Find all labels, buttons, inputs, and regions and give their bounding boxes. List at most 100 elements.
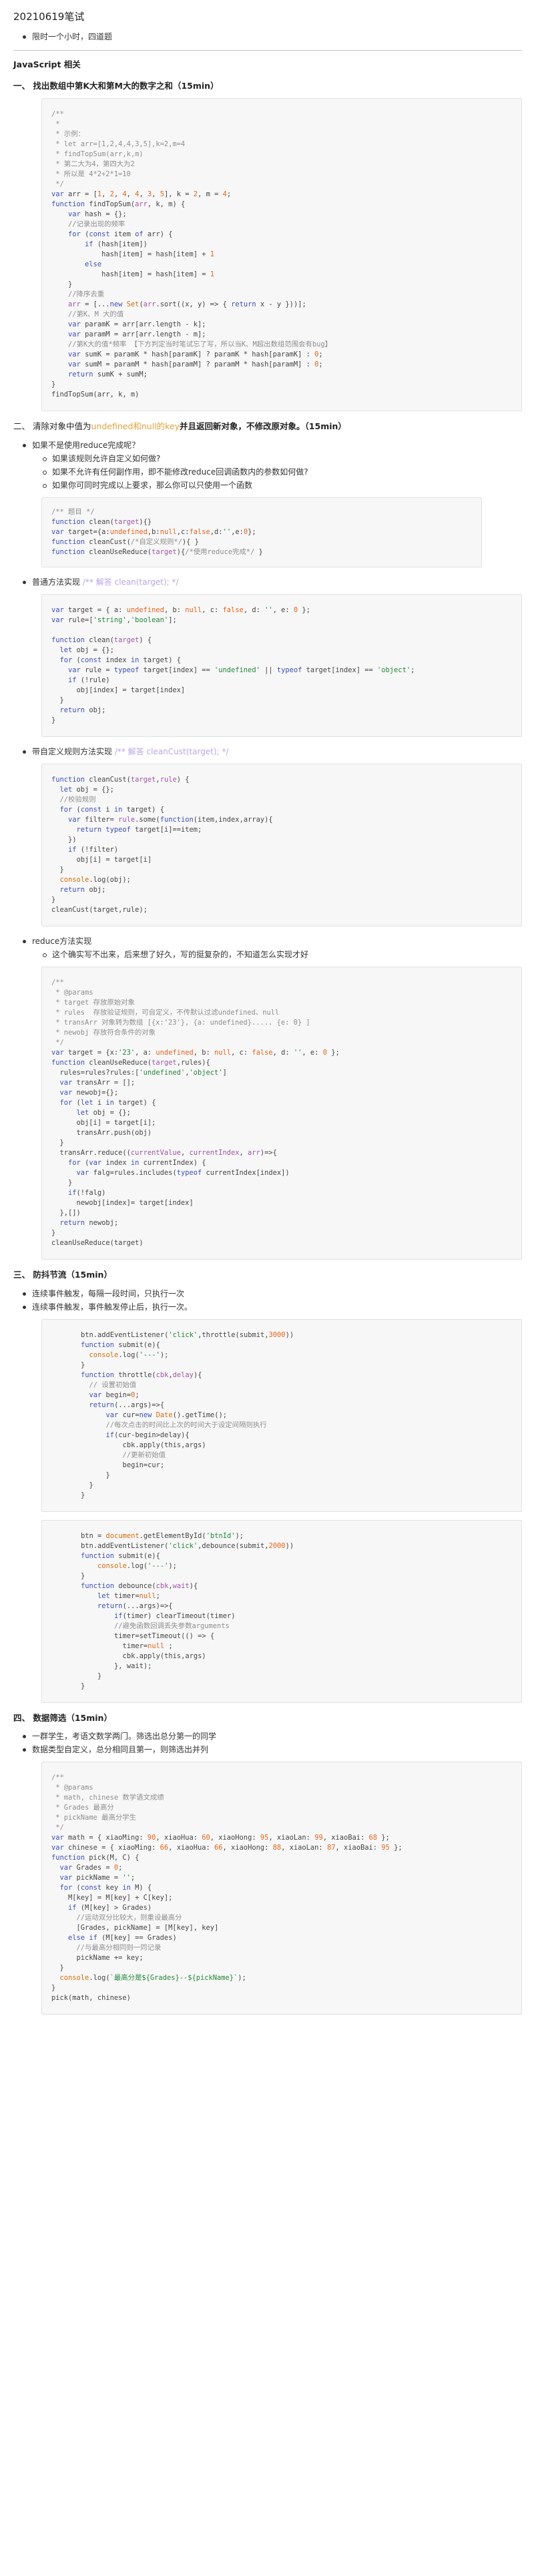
code-line: * rules 存放验证规则，可自定义，不传默认过滤undefined、null [51, 1008, 280, 1017]
code-line: btn.addEventListener('click',debounce(su… [81, 1541, 294, 1550]
code-block-problem: /** 题目 */function clean(target){} var tar… [41, 497, 482, 567]
code-line: * math, chinese 数学语文成绩 [51, 1794, 164, 1802]
code-line: } [81, 1571, 85, 1580]
code-line: cleanUseReduce(target) [51, 1238, 144, 1247]
divider [13, 49, 522, 51]
code-line: newobj[index]= target[index] [51, 1198, 194, 1207]
code-line: //第K大的值*频率 【下方判定当时笔试忘了写，所以当K、M超出数组范围会有bu… [51, 340, 332, 348]
code-line: * target 存放原始对象 [51, 998, 135, 1007]
code-line: // 设置初始值 [81, 1380, 137, 1389]
code-line: for (let i in target) { [59, 1098, 156, 1107]
code-line: var target={a:undefined,b:null,c:false,d… [51, 527, 256, 536]
code-line: var chinese = { xiaoMing: 66, xiaoHua: 6… [51, 1844, 403, 1852]
code-line: transArr.push(obj) [51, 1128, 152, 1137]
code-line: var math = { xiaoMing: 90, xiaoHua: 60, … [51, 1834, 390, 1842]
section-2-title-code: undefined和null的key [91, 421, 180, 431]
section-2-title: 二、 清除对象中值为undefined和null的key并且返回新对象，不修改原… [13, 421, 522, 433]
code-line: /** [51, 978, 64, 987]
section-2-sub-bullet: 如果不允许有任何副作用，即不能修改reduce回调函数内的参数如何做? [13, 465, 522, 479]
code-line: console.log(`最高分是${Grades}--${pickName}`… [59, 1974, 246, 1983]
code-line: ​ [51, 625, 509, 635]
code-line: function cleanCust(target,rule) { [51, 775, 190, 784]
label-reduce-method: reduce方法实现 [13, 935, 522, 948]
code-line: } [51, 865, 64, 874]
code-line: } [51, 1178, 73, 1187]
code-line: /** [51, 110, 64, 118]
code-line: * 示例： [51, 130, 85, 138]
code-block-pick: /** * @params * math, chinese 数学语文成绩 * G… [41, 1762, 522, 2015]
label-custom-method: 带自定义规则方法实现 /** 解答 cleanCust(target); */ [13, 745, 522, 758]
code-line: /** [51, 1774, 64, 1782]
code-line: var target = {x:'23', a: undefined, b: n… [51, 1048, 340, 1057]
code-line: * pickName 最高分学生 [51, 1814, 137, 1822]
code-line: let obj = {}; [76, 1108, 131, 1117]
code-line: rules=rules?rules:['undefined','object'] [51, 1068, 227, 1077]
code-line: var rule = typeof target[index] == 'unde… [68, 666, 415, 674]
code-line: var pickName = ''; [59, 1874, 136, 1882]
code-line: //记录出现的频率 [51, 220, 125, 228]
section-2-sub-bullets: 如果该规则允许自定义如何做? 如果不允许有任何副作用，即不能修改reduce回调… [13, 452, 522, 492]
code-line: cleanCust(target,rule); [51, 905, 148, 914]
code-line: function clean(target){} [51, 517, 152, 526]
code-line: if(cur-begin>delay){ [105, 1431, 190, 1439]
code-line: console.log(obj); [59, 875, 131, 884]
code-line: function pick(M, C) { [51, 1854, 140, 1862]
code-line: else [85, 260, 102, 268]
section-2-sub-bullet: 如果该规则允许自定义如何做? [13, 452, 522, 465]
code-line: var paramK = arr[arr.length - k]; [68, 320, 206, 328]
document-title: 20210619笔试 [13, 11, 85, 23]
code-line: } [81, 1471, 110, 1479]
code-line: } [51, 280, 73, 288]
code-line: } [81, 1491, 85, 1499]
code-line: begin=cur; [81, 1461, 165, 1469]
section-1-title: 一、 找出数组中第K大和第M大的数字之和（15min） [13, 80, 522, 93]
section-3-bullet: 连续事件触发，每隔一段时间，只执行一次 [13, 1287, 522, 1300]
code-line: function submit(e){ [81, 1551, 160, 1560]
code-line: var sumM = paramM * hash[paramM] ? param… [68, 360, 323, 368]
code-line: var filter= rule.some(function(item,inde… [68, 815, 273, 824]
code-line: } [81, 1481, 93, 1489]
code-line: return(...args)=>{ [89, 1400, 165, 1409]
code-line: var begin=0; [89, 1390, 140, 1399]
code-line: * newobj 存放符合条件的对象 [51, 1028, 156, 1037]
code-line: pickName += key; [51, 1954, 144, 1963]
code-line: arr = [...new Set(arr.sort((x, y) => { r… [68, 300, 306, 308]
code-line: return(...args)=>{ [97, 1601, 173, 1610]
code-line: obj[i] = target[i] [51, 855, 152, 864]
code-line: return obj; [59, 885, 106, 894]
code-line: function cleanUseReduce(target,rules){ [51, 1058, 210, 1067]
code-line: var Grades = 0; [59, 1864, 123, 1872]
code-line: } [51, 716, 56, 724]
code-line: var cur=new Date().getTime(); [105, 1410, 228, 1419]
code-line: * findTopSum(arr,k,m) [51, 150, 144, 158]
code-line: return obj; [59, 706, 106, 714]
code-line: } [51, 1984, 56, 1993]
code-line: timer=null ; [81, 1641, 173, 1650]
code-line: btn = document.getElementById('btnId'); [81, 1531, 244, 1540]
code-line: btn.addEventListener('click',throttle(su… [81, 1330, 294, 1339]
code-line: if(!falg) [68, 1188, 106, 1197]
code-line: var transArr = []; [59, 1078, 136, 1087]
code-line: var arr = [1, 2, 4, 4, 3, 5], k = 2, m =… [51, 190, 232, 198]
code-line: findTopSum(arr, k, m) [51, 391, 140, 399]
code-line: function cleanUseReduce(target){/*使用redu… [51, 547, 263, 556]
code-line: * let arr=[1,2,4,4,3,5],k=2,m=4 [51, 140, 186, 148]
label-normal-comment: /** 解答 clean(target); */ [82, 577, 179, 587]
section-3-bullet: 连续事件触发，事件触发停止后，执行一次。 [13, 1300, 522, 1314]
code-line: for (const item of arr) { [68, 230, 173, 238]
code-line: if (hash[item]) [85, 240, 148, 248]
code-line: [Grades, pickName] = [M[key], key] [51, 1924, 219, 1933]
code-line: var paramM = arr[arr.length - m]; [68, 330, 206, 338]
code-line: hash[item] = hash[item] = 1 [51, 270, 214, 278]
code-line: let obj = {}; [59, 646, 114, 654]
code-line: //每次点击的时间比上次的时间大于设定间隔则执行 [81, 1421, 267, 1429]
section-4-bullets: 一群学生，考语文数学两门。筛选出总分第一的同学 数据类型自定义，总分相同且第一，… [13, 1730, 522, 1756]
code-line: var rule=['string','boolean']; [51, 615, 177, 624]
section-4-title: 四、 数据筛选（15min） [13, 1712, 522, 1725]
code-line: } [81, 1360, 85, 1369]
label-normal-text: 普通方法实现 [32, 577, 81, 587]
code-line: var hash = {}; [68, 210, 127, 218]
code-line: } [51, 1138, 64, 1147]
code-line: let obj = {}; [59, 785, 114, 794]
code-line: /** 题目 */ [51, 507, 95, 516]
